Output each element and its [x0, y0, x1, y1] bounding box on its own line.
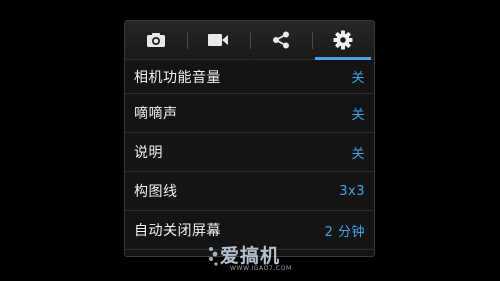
settings-popup: 相机功能音量 关 嘀嘀声 关 说明 关 构图线 3x3 自动关闭屏幕 2 分钟	[124, 20, 375, 257]
share-icon	[272, 31, 289, 49]
setting-row-beep[interactable]: 嘀嘀声 关	[125, 94, 374, 133]
tab-share[interactable]	[249, 21, 312, 59]
gear-icon	[333, 30, 353, 50]
setting-value: 2 分钟	[324, 224, 365, 240]
tab-camera[interactable]	[125, 21, 187, 59]
setting-label: 说明	[134, 145, 163, 161]
settings-list: 相机功能音量 关 嘀嘀声 关 说明 关 构图线 3x3 自动关闭屏幕 2 分钟	[125, 60, 374, 250]
tab-video[interactable]	[187, 21, 249, 59]
video-icon	[208, 34, 229, 46]
setting-row-auto-screen-off[interactable]: 自动关闭屏幕 2 分钟	[125, 211, 374, 250]
setting-row-description[interactable]: 说明 关	[125, 133, 374, 172]
setting-value: 3x3	[339, 183, 365, 199]
tab-settings[interactable]	[311, 21, 374, 60]
setting-row-camera-sound[interactable]: 相机功能音量 关	[125, 60, 374, 94]
setting-row-grid-lines[interactable]: 构图线 3x3	[125, 172, 374, 211]
camera-icon	[147, 33, 166, 47]
setting-label: 自动关闭屏幕	[134, 223, 221, 239]
setting-value: 关	[351, 71, 365, 86]
screen: 相机功能音量 关 嘀嘀声 关 说明 关 构图线 3x3 自动关闭屏幕 2 分钟	[0, 0, 500, 281]
tab-bar	[125, 21, 374, 60]
setting-label: 嘀嘀声	[134, 106, 178, 122]
setting-label: 相机功能音量	[134, 69, 221, 86]
setting-value: 关	[351, 107, 365, 123]
setting-value: 关	[351, 146, 365, 162]
watermark-url: WWW.IGAO7.COM	[230, 265, 292, 272]
setting-label: 构图线	[134, 184, 178, 200]
